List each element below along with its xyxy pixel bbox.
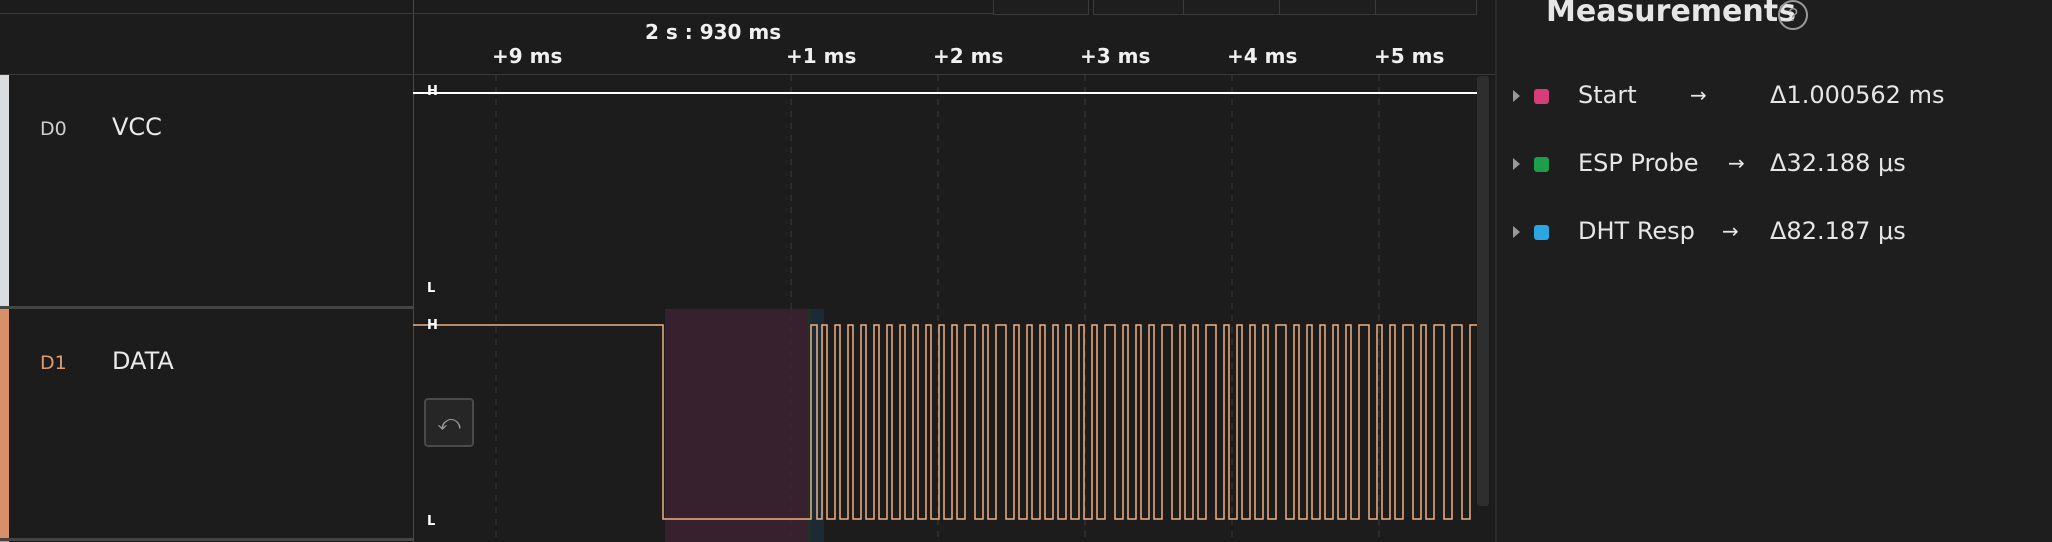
measurement-value: Δ32.188 μs [1770,149,1906,177]
measurement-name: ESP Probe [1578,149,1699,177]
measurement-item-esp-probe[interactable]: ESP Probe → Δ32.188 μs [1497,146,2052,186]
channel-panel: D0 VCC D1 DATA [0,0,413,542]
channel-name[interactable]: DATA [112,347,174,375]
time-gridlines [495,75,1380,542]
arrow-right-icon: → [1690,83,1707,107]
channel-id: D1 [40,352,67,374]
measurement-value: Δ1.000562 ms [1770,81,1945,109]
waveform-canvas[interactable] [413,0,1495,542]
channel-color-bar [0,309,9,542]
channel-id: D0 [40,118,67,140]
waveform-view[interactable]: 2 s : 930 ms +9 ms +1 ms +2 ms +3 ms +4 … [413,0,1495,542]
arrow-right-icon: → [1728,151,1745,175]
d1-trace [413,324,1483,520]
high-level-label: H [427,318,438,333]
low-level-label: L [427,281,436,296]
measurement-region-start[interactable] [665,309,809,542]
measurements-panel: Measurements ? Start → Δ1.000562 ms ESP … [1495,0,2052,542]
measurement-value: Δ82.187 μs [1770,217,1906,245]
measurements-title: Measurements [1546,0,1796,29]
measurement-item-start[interactable]: Start → Δ1.000562 ms [1497,78,2052,118]
low-level-label: L [427,514,436,529]
high-level-label: H [427,84,438,99]
channel-row-d1[interactable]: D1 DATA [0,309,413,542]
measurement-color-swatch [1534,89,1549,104]
measurement-name: DHT Resp [1578,217,1695,245]
caret-right-icon[interactable] [1513,158,1520,170]
undo-icon: ⤺ [437,409,461,435]
header-divider-top [0,13,413,14]
measurement-color-swatch [1534,225,1549,240]
channel-divider-bottom [0,538,413,541]
measurement-item-dht-resp[interactable]: DHT Resp → Δ82.187 μs [1497,214,2052,254]
caret-right-icon[interactable] [1513,90,1520,102]
undo-button[interactable]: ⤺ [424,398,474,447]
arrow-right-icon: → [1722,219,1739,243]
measurement-name: Start [1578,81,1637,109]
channel-row-d0[interactable]: D0 VCC [0,75,413,308]
measurement-color-swatch [1534,157,1549,172]
channel-color-bar [0,75,9,308]
channel-name[interactable]: VCC [112,113,162,141]
help-glyph: ? [1787,4,1798,25]
vertical-scrollbar[interactable] [1477,76,1489,506]
help-circle-icon[interactable]: ? [1778,0,1808,30]
caret-right-icon[interactable] [1513,226,1520,238]
